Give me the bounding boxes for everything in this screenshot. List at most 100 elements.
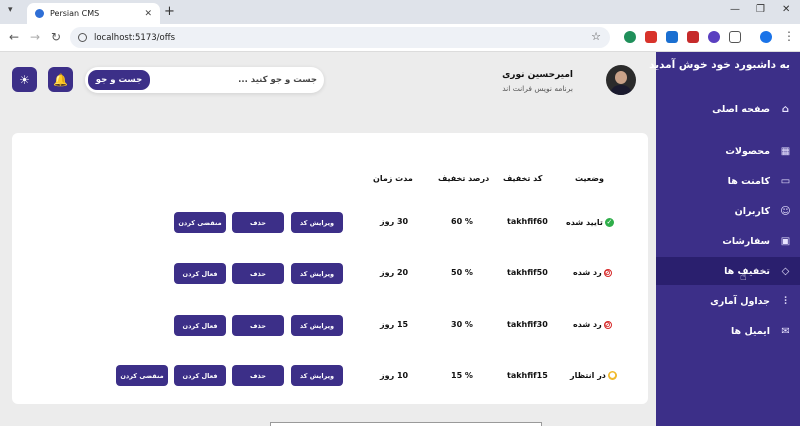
tab-close-icon[interactable]: ✕ <box>144 9 152 19</box>
delete-button[interactable]: حذف <box>232 263 284 284</box>
sidebar-item-discounts[interactable]: ◇ تخفیف ها <box>656 257 800 285</box>
status-text: رد شده <box>573 320 602 329</box>
discount-percent: 50 % <box>451 268 473 277</box>
discount-duration: 10 روز <box>380 371 409 380</box>
reload-icon[interactable]: ↻ <box>51 30 61 44</box>
delete-button[interactable]: حذف <box>232 315 284 336</box>
column-header-code: کد تخفیف <box>503 174 543 183</box>
url-text: localhost:5173/offs <box>94 32 175 43</box>
new-tab-button[interactable]: + <box>164 4 175 19</box>
browser-tab-bar: ▾ Persian CMS ✕ + — ❐ ✕ <box>0 0 800 24</box>
sidebar-item-products[interactable]: ▦ محصولات <box>656 137 800 165</box>
sidebar-item-label: محصولات <box>725 145 770 157</box>
sidebar: به داشبورد خود خوش آمدید ⌂ صفحه اصلی ▦ م… <box>649 52 800 426</box>
extensions-puzzle-icon[interactable] <box>729 31 741 43</box>
bottom-panel-edge <box>270 422 542 426</box>
sidebar-item-label: جداول آماری <box>710 295 770 307</box>
grid-icon: ▦ <box>780 145 791 157</box>
edit-code-button[interactable]: ویرایش کد <box>291 212 343 233</box>
sidebar-item-label: ایمیل ها <box>730 325 770 337</box>
sidebar-item-stats[interactable]: ⫶ جداول آماری <box>656 287 800 315</box>
pdf-extension-icon[interactable] <box>645 31 657 43</box>
maximize-button[interactable]: ❐ <box>756 4 765 15</box>
activate-button[interactable]: فعال کردن <box>174 263 226 284</box>
sidebar-title: به داشبورد خود خوش آمدید <box>649 59 790 71</box>
status-badge: ⊘ رد شده <box>573 268 612 277</box>
sidebar-item-comments[interactable]: ▭ کامنت ها <box>656 167 800 195</box>
badge-extension-icon[interactable] <box>708 31 720 43</box>
delete-button[interactable]: حذف <box>232 212 284 233</box>
avatar[interactable] <box>606 65 636 95</box>
column-header-percent: درصد تخفیف <box>438 174 490 183</box>
edit-code-button[interactable]: ویرایش کد <box>291 315 343 336</box>
hand-cursor-icon: ☝ <box>740 270 747 283</box>
bar-chart-icon: ⫶ <box>784 295 787 307</box>
edit-code-button[interactable]: ویرایش کد <box>291 263 343 284</box>
extension-icon[interactable] <box>624 31 636 43</box>
status-text: در انتظار <box>570 371 606 380</box>
notifications-button[interactable]: 🔔 <box>48 67 73 92</box>
column-header-duration: مدت زمان <box>373 174 413 183</box>
delete-button[interactable]: حذف <box>232 365 284 386</box>
discount-duration: 30 روز <box>380 217 409 226</box>
edit-code-button[interactable]: ویرایش کد <box>291 365 343 386</box>
sidebar-item-label: تخفیف ها <box>724 265 770 277</box>
discount-code: takhfif50 <box>507 268 548 277</box>
sidebar-item-emails[interactable]: ✉ ایمیل ها <box>656 317 800 345</box>
discount-percent: 60 % <box>451 217 473 226</box>
status-text: تایید شده <box>566 218 603 227</box>
tab-search-icon[interactable]: ▾ <box>8 5 20 17</box>
status-badge: ✓ تایید شده <box>566 218 614 227</box>
profile-icon[interactable] <box>760 31 772 43</box>
status-badge: ● در انتظار <box>570 371 617 380</box>
theme-toggle-button[interactable]: ☀ <box>12 67 37 92</box>
status-text: رد شده <box>573 268 602 277</box>
minimize-button[interactable]: — <box>730 4 740 15</box>
activate-button[interactable]: فعال کردن <box>174 315 226 336</box>
close-window-button[interactable]: ✕ <box>782 4 790 15</box>
expire-button[interactable]: منقضی کردن <box>174 212 226 233</box>
translate-extension-icon[interactable] <box>666 31 678 43</box>
sidebar-item-label: صفحه اصلی <box>712 103 770 115</box>
sidebar-item-label: کامنت ها <box>727 175 770 187</box>
discount-percent: 15 % <box>451 371 473 380</box>
sun-icon: ☀ <box>19 72 30 87</box>
ban-icon: ⊘ <box>603 267 612 277</box>
ban-icon: ⊘ <box>603 319 612 329</box>
pending-clock-icon: ● <box>607 371 617 380</box>
discount-code: takhfif30 <box>507 320 548 329</box>
discount-code: takhfif60 <box>507 217 548 226</box>
browser-tab[interactable]: Persian CMS ✕ <box>27 3 160 24</box>
activate-button[interactable]: فعال کردن <box>174 365 226 386</box>
discount-code: takhfif15 <box>507 371 548 380</box>
bookmark-star-icon[interactable]: ☆ <box>591 30 601 43</box>
mail-icon: ✉ <box>781 325 790 337</box>
check-icon: ✓ <box>604 218 614 227</box>
search-box: جست و جو <box>85 67 324 93</box>
site-info-icon[interactable] <box>78 33 87 42</box>
sidebar-item-home[interactable]: ⌂ صفحه اصلی <box>656 95 800 123</box>
favicon-icon <box>35 9 44 18</box>
sidebar-item-label: کاربران <box>734 205 770 217</box>
discount-percent: 30 % <box>451 320 473 329</box>
bell-icon: 🔔 <box>53 72 68 87</box>
sidebar-item-orders[interactable]: ▣ سفارشات <box>656 227 800 255</box>
home-icon: ⌂ <box>781 103 790 115</box>
sidebar-item-users[interactable]: ☺ کاربران <box>656 197 800 225</box>
discount-duration: 20 روز <box>380 268 409 277</box>
tag-icon: ◇ <box>781 265 790 277</box>
image-extension-icon[interactable] <box>687 31 699 43</box>
address-bar[interactable]: localhost:5173/offs ☆ <box>70 27 610 48</box>
comment-icon: ▭ <box>780 175 791 187</box>
column-header-status: وضعیت <box>575 174 604 183</box>
clipboard-icon: ▣ <box>780 235 791 247</box>
back-icon[interactable]: ← <box>9 30 19 44</box>
tab-title: Persian CMS <box>50 9 100 18</box>
search-button[interactable]: جست و جو <box>88 70 150 90</box>
menu-kebab-icon[interactable]: ⋮ <box>783 29 795 43</box>
search-input[interactable] <box>155 70 317 90</box>
forward-icon[interactable]: → <box>30 30 40 44</box>
expire-button[interactable]: منقضی کردن <box>116 365 168 386</box>
user-role: برنامه نویس فرانت اند <box>502 84 573 93</box>
status-badge: ⊘ رد شده <box>573 320 612 329</box>
